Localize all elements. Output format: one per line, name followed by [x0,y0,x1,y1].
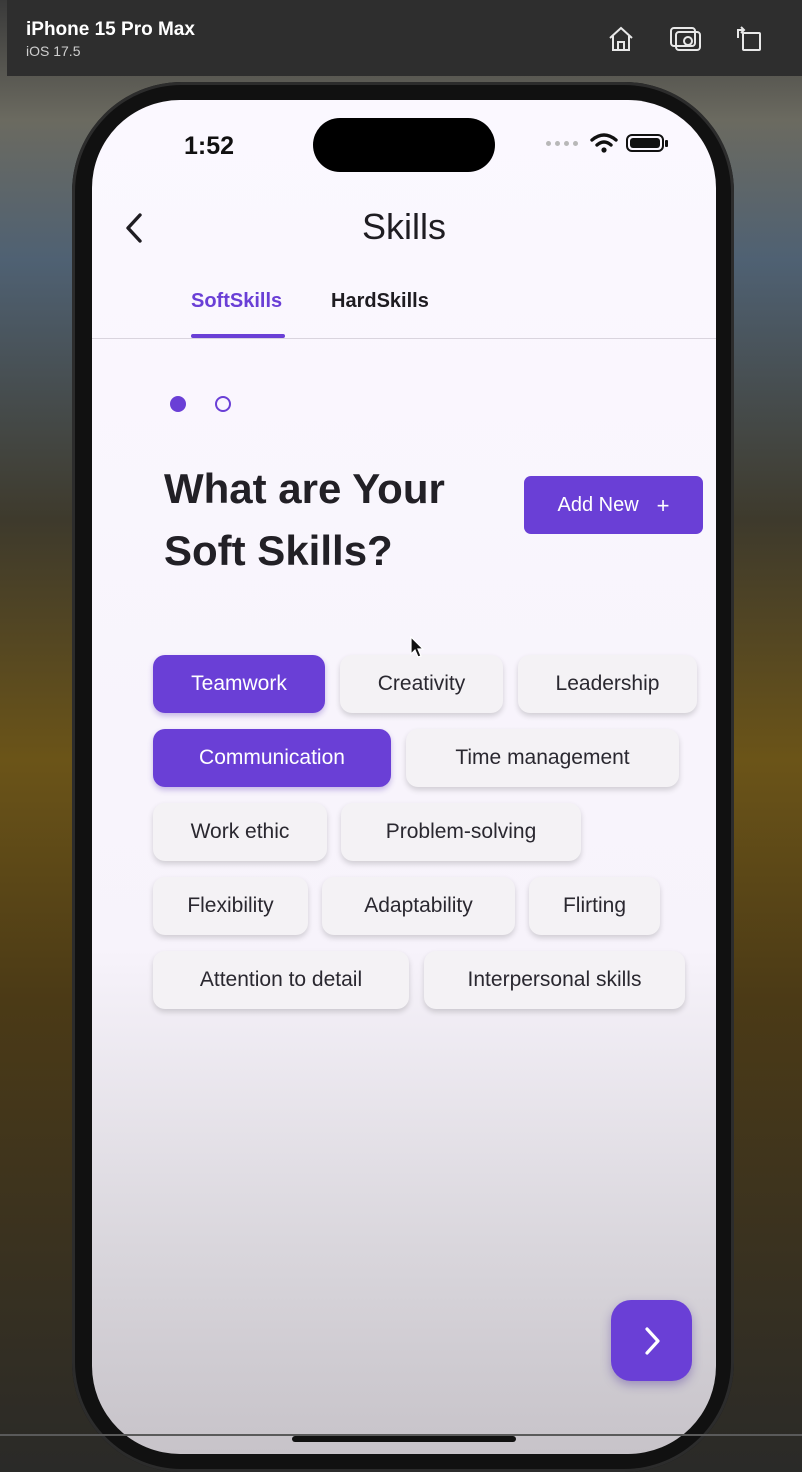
dynamic-island [313,118,495,172]
wifi-icon [590,133,618,153]
next-button[interactable] [611,1300,692,1381]
skill-chip[interactable]: Attention to detail [153,951,409,1009]
tab-bar: SoftSkills HardSkills [92,278,716,339]
rotate-icon[interactable] [732,22,766,56]
page-dot-inactive[interactable] [215,396,231,412]
mouse-cursor-icon [410,636,425,658]
skill-chip[interactable]: Problem-solving [341,803,581,861]
cellular-signal-icon [546,140,578,146]
plus-icon: + [656,493,670,518]
phone-screen: 1:52 Skills SoftSkills HardSkills What a… [92,100,716,1454]
skill-chip[interactable]: Time management [406,729,679,787]
skill-chip[interactable]: Adaptability [322,877,515,935]
simulator-toolbar: iPhone 15 Pro Max iOS 17.5 [7,0,802,76]
add-new-button[interactable]: Add New + [524,476,703,534]
skill-chip[interactable]: Creativity [340,655,503,713]
add-new-label: Add New [557,493,639,516]
skill-chip[interactable]: Communication [153,729,391,787]
simulator-os-version: iOS 17.5 [26,43,81,59]
skill-chip[interactable]: Interpersonal skills [424,951,685,1009]
screenshot-icon[interactable] [668,22,702,56]
simulator-bottom-divider [0,1434,802,1436]
skill-chip[interactable]: Work ethic [153,803,327,861]
skill-chip[interactable]: Flirting [529,877,660,935]
skill-chip[interactable]: Flexibility [153,877,308,935]
question-heading: What are Your Soft Skills? [164,465,445,574]
tab-indicator [191,334,285,338]
skill-chip[interactable]: Leadership [518,655,697,713]
home-icon[interactable] [604,22,638,56]
page-dot-active[interactable] [170,396,186,412]
chevron-right-icon [644,1326,660,1355]
simulator-device-name: iPhone 15 Pro Max [26,19,195,40]
home-indicator[interactable] [292,1436,516,1442]
battery-icon [626,134,668,152]
page-indicator [170,396,231,412]
status-time: 1:52 [184,132,235,160]
page-title: Skills [361,206,446,247]
tab-softskills[interactable]: SoftSkills [191,290,282,313]
status-icons [546,132,668,154]
tab-hardskills[interactable]: HardSkills [331,290,429,313]
skill-chip[interactable]: Teamwork [153,655,325,713]
